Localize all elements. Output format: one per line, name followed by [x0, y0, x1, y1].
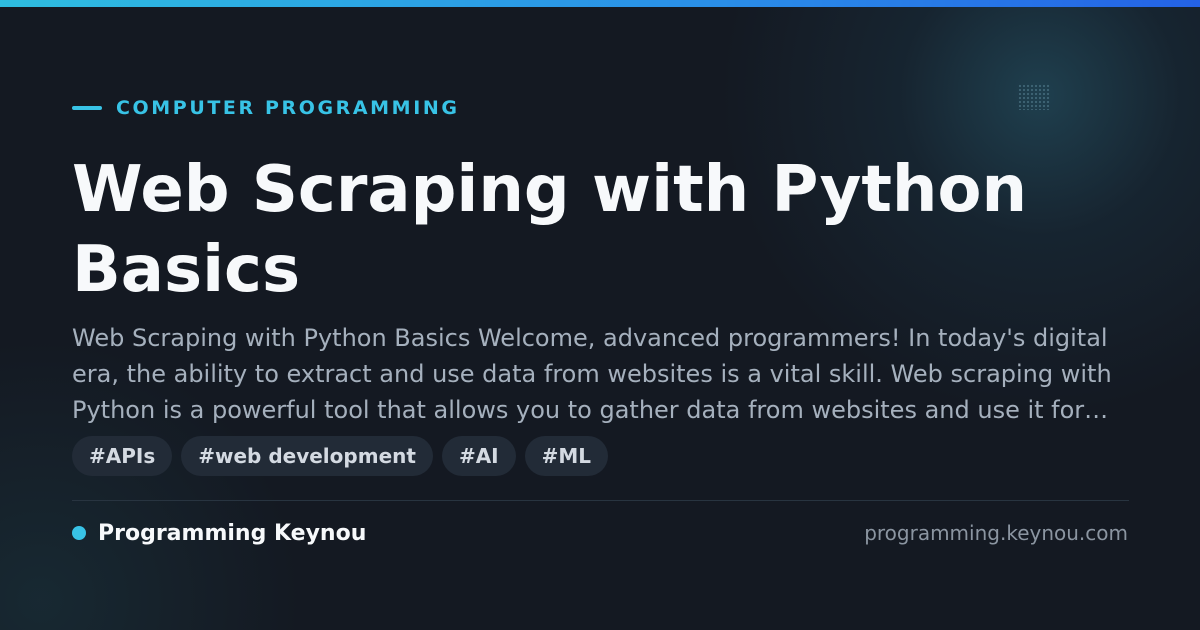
category-label: COMPUTER PROGRAMMING: [116, 97, 460, 119]
brand-dot-icon: [72, 526, 86, 540]
tag-list: #APIs #web development #AI #ML: [72, 436, 609, 476]
tag-web-development[interactable]: #web development: [181, 436, 433, 476]
tag-ml[interactable]: #ML: [524, 436, 609, 476]
article-excerpt: Web Scraping with Python Basics Welcome,…: [72, 324, 1112, 424]
eyebrow-line-icon: [72, 106, 102, 110]
tag-apis[interactable]: #APIs: [72, 436, 173, 476]
category-eyebrow: COMPUTER PROGRAMMING: [72, 96, 460, 120]
page-title: Web Scraping with Python Basics: [72, 153, 1027, 307]
accent-top-bar: [0, 0, 1200, 7]
social-card: COMPUTER PROGRAMMING Web Scraping with P…: [0, 0, 1200, 630]
tag-ai[interactable]: #AI: [441, 436, 516, 476]
decorative-dot-grid: [1018, 84, 1050, 110]
brand-name: Programming Keynou: [98, 520, 367, 546]
site-url[interactable]: programming.keynou.com: [864, 517, 1128, 549]
brand: Programming Keynou: [72, 517, 366, 549]
footer-divider: [72, 500, 1129, 501]
